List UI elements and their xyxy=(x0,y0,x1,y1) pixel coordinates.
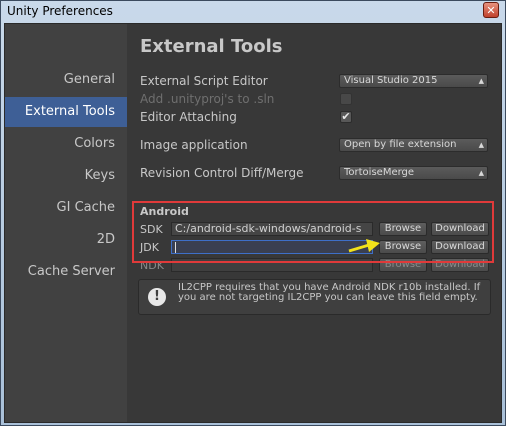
sidebar-item-gi-cache[interactable]: GI Cache xyxy=(5,193,127,223)
warning-icon: ! xyxy=(148,288,166,306)
help-box: ! IL2CPP requires that you have Android … xyxy=(138,279,491,315)
window-client: General External Tools Colors Keys GI Ca… xyxy=(4,23,502,423)
ndk-path-input[interactable] xyxy=(171,258,373,272)
window-title: Unity Preferences xyxy=(7,4,113,18)
jdk-browse-button[interactable]: Browse xyxy=(379,240,427,254)
script-editor-label: External Script Editor xyxy=(140,74,268,88)
dropdown-arrow-icon: ▲ xyxy=(478,77,484,85)
main-panel: External Tools External Script Editor Vi… xyxy=(127,24,501,422)
ndk-download-button[interactable]: Download xyxy=(431,258,489,272)
editor-attaching-checkbox[interactable]: ✔ xyxy=(340,111,352,123)
revision-control-label: Revision Control Diff/Merge xyxy=(140,166,304,180)
image-application-value: Open by file extension xyxy=(344,139,457,150)
android-section-label: Android xyxy=(140,205,189,218)
page-title: External Tools xyxy=(140,36,283,57)
revision-control-dropdown[interactable]: TortoiseMerge ▲ xyxy=(339,166,488,180)
sidebar-item-2d[interactable]: 2D xyxy=(5,225,127,255)
annotation-arrow-icon xyxy=(348,239,380,253)
dropdown-arrow-icon: ▲ xyxy=(478,141,484,149)
jdk-label: JDK xyxy=(140,241,159,254)
revision-control-value: TortoiseMerge xyxy=(344,167,415,178)
ndk-browse-button[interactable]: Browse xyxy=(379,258,427,272)
image-application-label: Image application xyxy=(140,138,248,152)
sidebar-item-keys[interactable]: Keys xyxy=(5,161,127,191)
image-application-dropdown[interactable]: Open by file extension ▲ xyxy=(339,138,488,152)
preferences-window: Unity Preferences ✕ General External Too… xyxy=(0,0,506,426)
sidebar-item-external-tools[interactable]: External Tools xyxy=(5,97,127,127)
editor-attaching-label: Editor Attaching xyxy=(140,110,237,124)
sidebar: General External Tools Colors Keys GI Ca… xyxy=(5,24,127,422)
script-editor-dropdown[interactable]: Visual Studio 2015 ▲ xyxy=(339,74,488,88)
sdk-path-input[interactable]: C:/android-sdk-windows/android-s xyxy=(171,222,373,236)
sidebar-item-general[interactable]: General xyxy=(5,65,127,95)
text-caret xyxy=(175,241,176,253)
add-unityproj-checkbox[interactable] xyxy=(340,93,352,105)
sdk-browse-button[interactable]: Browse xyxy=(379,222,427,236)
ndk-label: NDK xyxy=(140,259,164,272)
add-unityproj-label: Add .unityproj's to .sln xyxy=(140,92,275,106)
close-icon[interactable]: ✕ xyxy=(483,2,499,18)
dropdown-arrow-icon: ▲ xyxy=(478,169,484,177)
sdk-label: SDK xyxy=(140,223,163,236)
jdk-path-input[interactable] xyxy=(171,240,373,254)
help-text: IL2CPP requires that you have Android ND… xyxy=(178,282,481,303)
script-editor-value: Visual Studio 2015 xyxy=(344,75,438,86)
sidebar-item-cache-server[interactable]: Cache Server xyxy=(5,257,127,287)
jdk-download-button[interactable]: Download xyxy=(431,240,489,254)
title-bar[interactable]: Unity Preferences ✕ xyxy=(1,1,505,23)
sidebar-item-colors[interactable]: Colors xyxy=(5,129,127,159)
sdk-download-button[interactable]: Download xyxy=(431,222,489,236)
